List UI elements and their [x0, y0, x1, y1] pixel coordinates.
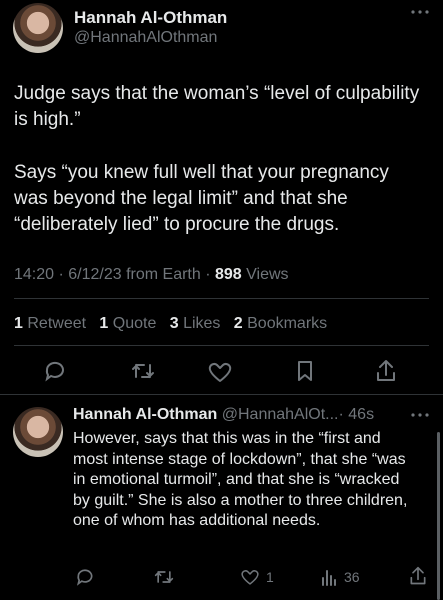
reply-text: However, says that this was in the “firs… — [73, 430, 408, 529]
views-count: 898 — [215, 266, 242, 283]
tweet-timestamp[interactable]: 14:20 · 6/12/23 from Earth · — [14, 266, 215, 283]
retweet-icon — [132, 363, 154, 379]
reply-header: Hannah Al-Othman @HannahAlOt...· 46s — [73, 406, 374, 424]
reply-button[interactable] — [43, 359, 67, 383]
reply-author-handle[interactable]: @HannahAlOt... — [222, 406, 339, 423]
heart-icon — [241, 570, 259, 585]
tweet-meta: 14:20 · 6/12/23 from Earth · 898 Views — [14, 266, 289, 284]
likes-stat[interactable]: 3 Likes — [170, 315, 221, 332]
retweet-icon — [154, 570, 174, 584]
reply-author-name[interactable]: Hannah Al-Othman — [73, 406, 217, 423]
scrollbar[interactable] — [437, 432, 440, 600]
stats-row: 1 Retweet 1 Quote 3 Likes 2 Bookmarks — [14, 315, 327, 333]
bookmarks-stat[interactable]: 2 Bookmarks — [234, 315, 327, 332]
reply-share-button[interactable] — [408, 565, 428, 587]
views-chart-icon — [322, 570, 336, 586]
tweet-paragraph-1: Judge says that the woman’s “level of cu… — [14, 83, 420, 130]
divider — [0, 394, 443, 395]
reply-like-button[interactable]: 1 — [240, 567, 274, 587]
retweet-button[interactable] — [130, 359, 156, 383]
divider — [14, 345, 429, 346]
share-button[interactable] — [374, 358, 398, 384]
reply-icon — [76, 569, 93, 586]
like-button[interactable] — [207, 360, 233, 384]
views-label: Views — [241, 266, 289, 283]
author-handle[interactable]: @HannahAlOthman — [74, 29, 217, 47]
reply-more-options-icon[interactable] — [410, 411, 430, 419]
author-avatar[interactable] — [13, 3, 63, 53]
tweet-paragraph-2: Says “you knew full well that your pregn… — [14, 162, 389, 235]
divider — [14, 298, 429, 299]
retweets-stat[interactable]: 1 Retweet — [14, 315, 86, 332]
quotes-stat[interactable]: 1 Quote — [99, 315, 156, 332]
reply-views-button[interactable]: 36 — [320, 567, 360, 587]
reply-timestamp[interactable]: · 46s — [339, 406, 375, 423]
reply-reply-button[interactable] — [75, 567, 95, 587]
bookmark-icon — [298, 361, 312, 381]
author-name[interactable]: Hannah Al-Othman — [74, 8, 227, 28]
reply-likes-count: 1 — [266, 569, 274, 585]
share-icon — [377, 360, 395, 381]
more-options-icon[interactable] — [410, 8, 430, 16]
reply-icon — [45, 361, 64, 382]
reply-views-count: 36 — [344, 569, 360, 585]
reply-retweet-button[interactable] — [153, 567, 175, 587]
reply-author-avatar[interactable] — [13, 407, 63, 457]
heart-icon — [208, 362, 232, 382]
bookmark-button[interactable] — [294, 359, 316, 383]
share-icon — [410, 566, 426, 585]
